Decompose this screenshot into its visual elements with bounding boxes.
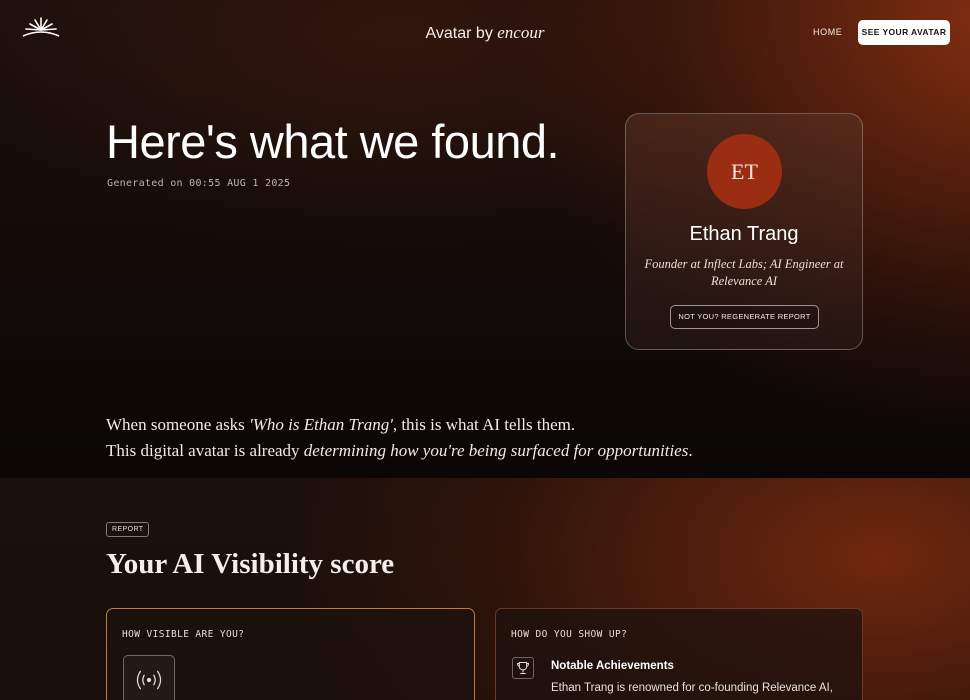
report-tag: REPORT: [106, 522, 150, 537]
regenerate-report-button[interactable]: NOT YOU? REGENERATE REPORT: [670, 305, 819, 329]
brand-wordmark: encour: [497, 23, 545, 42]
intro-line-2: This digital avatar is already determini…: [106, 438, 693, 464]
intro-line-2-end: .: [688, 441, 693, 460]
intro-line-1-start: When someone asks: [106, 415, 250, 434]
intro-line-2-start: This digital avatar is already: [106, 441, 304, 460]
intro-paragraph: When someone asks 'Who is Ethan Trang', …: [106, 412, 693, 464]
intro-question: 'Who is Ethan Trang': [249, 415, 393, 434]
intro-line-1-end: , this is what AI tells them.: [392, 415, 576, 434]
nav-home-link[interactable]: HOME: [813, 27, 842, 37]
intro-emphasis: determining how you're being surfaced fo…: [303, 441, 689, 460]
see-your-avatar-button[interactable]: SEE YOUR AVATAR: [858, 20, 950, 45]
trophy-icon: [512, 657, 534, 679]
achievement-title: Notable Achievements: [551, 660, 674, 672]
page-headline: Here's what we found.: [106, 115, 560, 168]
visibility-card: HOW VISIBLE ARE YOU?: [106, 608, 475, 700]
showup-card: HOW DO YOU SHOW UP? Notable Achievements…: [495, 608, 863, 700]
profile-title: Founder at Inflect Labs; AI Engineer at …: [644, 257, 844, 288]
brand-prefix: Avatar by: [425, 25, 493, 42]
showup-card-label: HOW DO YOU SHOW UP?: [511, 629, 628, 640]
profile-card: ET Ethan Trang Founder at Inflect Labs; …: [625, 113, 863, 350]
signal-icon: [123, 655, 175, 700]
intro-line-1: When someone asks 'Who is Ethan Trang', …: [106, 412, 693, 438]
report-title: Your AI Visibility score: [106, 548, 395, 580]
visibility-card-label: HOW VISIBLE ARE YOU?: [122, 629, 245, 640]
profile-name: Ethan Trang: [689, 223, 799, 245]
generated-timestamp: Generated on 00:55 AUG 1 2025: [107, 178, 291, 189]
achievement-text: Ethan Trang is renowned for co-founding …: [551, 682, 833, 694]
avatar: ET: [707, 134, 782, 209]
